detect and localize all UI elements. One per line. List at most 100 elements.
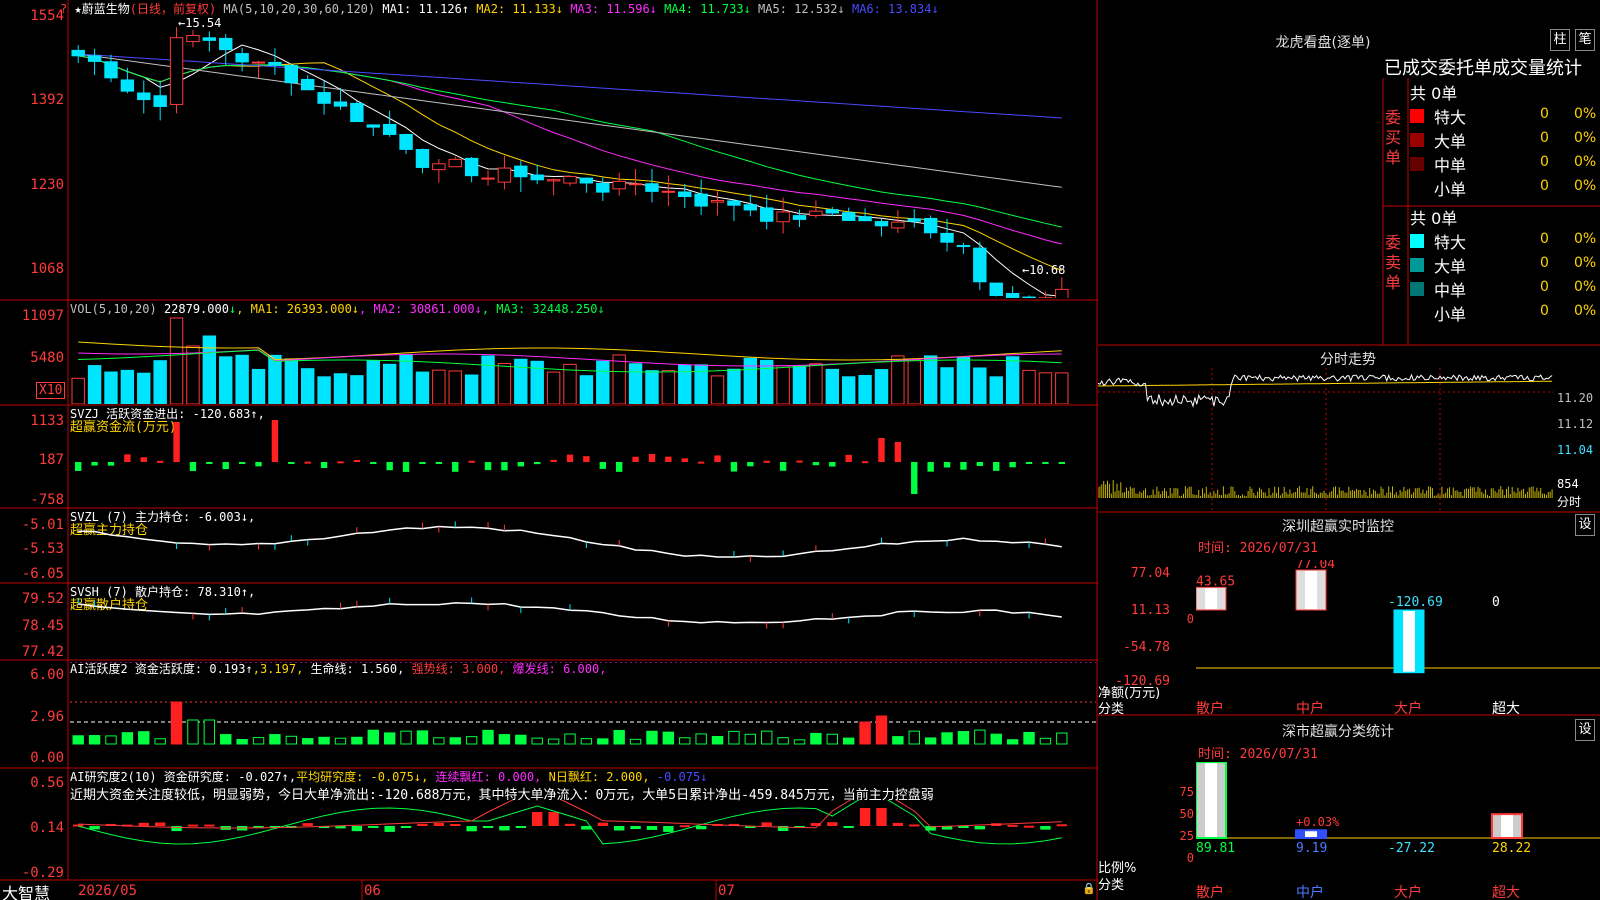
ai-active-bar — [662, 731, 675, 745]
svzj-bar — [484, 462, 492, 471]
ai-research-v5: -0.075↓ — [656, 770, 708, 784]
buy-row: 特大 0 0% — [1410, 104, 1600, 128]
buy-pct: 0% — [1574, 106, 1597, 122]
bar-view-button[interactable]: 柱 — [1550, 29, 1570, 51]
candle-body — [120, 79, 135, 92]
monitor-chart[interactable]: 43.65 77.04 -120.69 0 — [1196, 560, 1600, 700]
candle-body — [317, 92, 331, 104]
candle-body — [87, 55, 102, 62]
ai-active-bar — [777, 737, 789, 745]
ai-active-chart[interactable] — [70, 662, 1096, 766]
monitor-bar-highlight — [1305, 571, 1317, 609]
candle-body — [350, 102, 364, 123]
lock-icon[interactable]: 🔒 — [1082, 882, 1096, 895]
buy-pct: 0% — [1574, 154, 1597, 170]
lhb-tabs: 已成交委托单成交量统计 — [1384, 54, 1582, 80]
svzj-bar — [189, 462, 197, 471]
candle-body — [432, 163, 446, 171]
buy-label: 委买单 — [1385, 108, 1402, 167]
candle-body — [202, 37, 217, 41]
candle-body — [219, 37, 233, 51]
volume-bar — [153, 360, 167, 404]
ai-active-bar — [88, 735, 101, 745]
ma-values: MA1: 11.126↑ MA2: 11.133↓ MA3: 11.596↓ M… — [382, 2, 938, 16]
ai-research-bar — [532, 812, 543, 826]
svzj-bar — [927, 462, 934, 472]
ai-research-line-green — [78, 800, 1062, 845]
xaxis-ticks — [361, 880, 717, 900]
svzj-bar — [648, 453, 656, 462]
candle-body — [956, 245, 971, 248]
svsh-axis-2: 78.45 — [21, 618, 64, 634]
candle-body — [1005, 293, 1020, 298]
intraday-vol-unit: 分时 — [1557, 495, 1582, 509]
svzj-bar — [173, 422, 180, 462]
ai-research-bar — [204, 824, 215, 827]
volume-bar — [514, 358, 528, 404]
svzj-bar — [829, 462, 836, 467]
monitor-settings-button[interactable]: 设 — [1575, 514, 1595, 536]
tab-volume[interactable]: 成交量 — [1492, 58, 1546, 79]
intraday-axis-2: 11.12 — [1557, 417, 1594, 431]
stock-name: 蔚蓝生物 — [81, 2, 130, 16]
volume-bar — [317, 376, 331, 404]
tab-filled[interactable]: 已成交 — [1384, 58, 1438, 79]
svzl-chart[interactable] — [70, 510, 1096, 582]
volume-bar — [219, 356, 233, 404]
stats-settings-button[interactable]: 设 — [1575, 719, 1595, 741]
volume-bar — [497, 363, 512, 404]
ai-research-chart[interactable] — [70, 800, 1096, 878]
volume-bar — [628, 363, 643, 404]
tab-orders[interactable]: 委托单 — [1438, 58, 1492, 79]
candle-body — [891, 221, 905, 229]
stats-axis-1: 75 — [1179, 785, 1194, 799]
volume-bar — [481, 355, 495, 404]
candle-body — [71, 49, 85, 57]
ai-research-bar — [761, 822, 772, 826]
intraday-chart[interactable] — [1098, 368, 1554, 510]
ai-active-bar — [875, 715, 888, 745]
volume-bar — [251, 368, 266, 404]
volume-bar — [546, 371, 561, 404]
svzj-bar — [911, 462, 918, 494]
ai-active-bar — [302, 738, 314, 745]
tab-stats[interactable]: 统计 — [1546, 58, 1582, 79]
vol-unit-badge[interactable]: X10 — [36, 382, 66, 399]
monitor-value-label: -120.69 — [1388, 595, 1443, 610]
ai-research-bar — [630, 826, 641, 830]
chart-area[interactable]: ? ★蔚蓝生物(日线，前复权) MA(5,10,20,30,60,120) MA… — [0, 0, 1098, 900]
ai-active-bar — [629, 738, 642, 745]
favorite-star-icon[interactable]: ★ — [74, 2, 81, 16]
ai-research-bar — [548, 812, 559, 826]
ai-research-bar — [843, 826, 854, 828]
candle-body — [104, 61, 118, 79]
kline-chart[interactable] — [70, 16, 1096, 298]
svsh-chart[interactable] — [70, 585, 1096, 659]
monitor-axis-3: 0 — [1186, 612, 1194, 626]
buy-row: 小单 0 0% — [1410, 176, 1600, 200]
ma-value-3: MA3: 11.596↓ — [570, 2, 665, 16]
ai-research-bar — [433, 822, 445, 826]
pen-view-button[interactable]: 笔 — [1575, 29, 1595, 51]
ai-active-bar — [842, 737, 855, 745]
svzj-bar — [779, 462, 787, 471]
svzj-bar — [665, 456, 672, 462]
volume-bar — [825, 368, 839, 404]
volume-bar — [464, 374, 479, 404]
ai-research-bar — [1023, 825, 1035, 828]
volume-chart[interactable] — [70, 314, 1096, 404]
svzj-chart[interactable] — [70, 420, 1096, 504]
candle-body — [399, 134, 413, 150]
volume-bar — [792, 365, 807, 404]
volume-bar — [1038, 372, 1053, 404]
stats-chart[interactable]: 89.81 9.19 -27.22 28.22 +0.02% +0.03% — [1196, 762, 1600, 872]
candle-body — [989, 282, 1003, 296]
low-price-label: ←10.68 — [1022, 263, 1066, 277]
candle-body — [284, 65, 299, 84]
chart-mode[interactable]: (日线，前复权) — [130, 2, 216, 16]
high-price-label: ←15.54 — [178, 16, 222, 30]
ai-research-bar — [892, 822, 904, 826]
ai-active-bar — [367, 729, 379, 745]
intraday-title: 分时走势 — [1320, 352, 1376, 368]
ma-line-1 — [78, 44, 1062, 297]
